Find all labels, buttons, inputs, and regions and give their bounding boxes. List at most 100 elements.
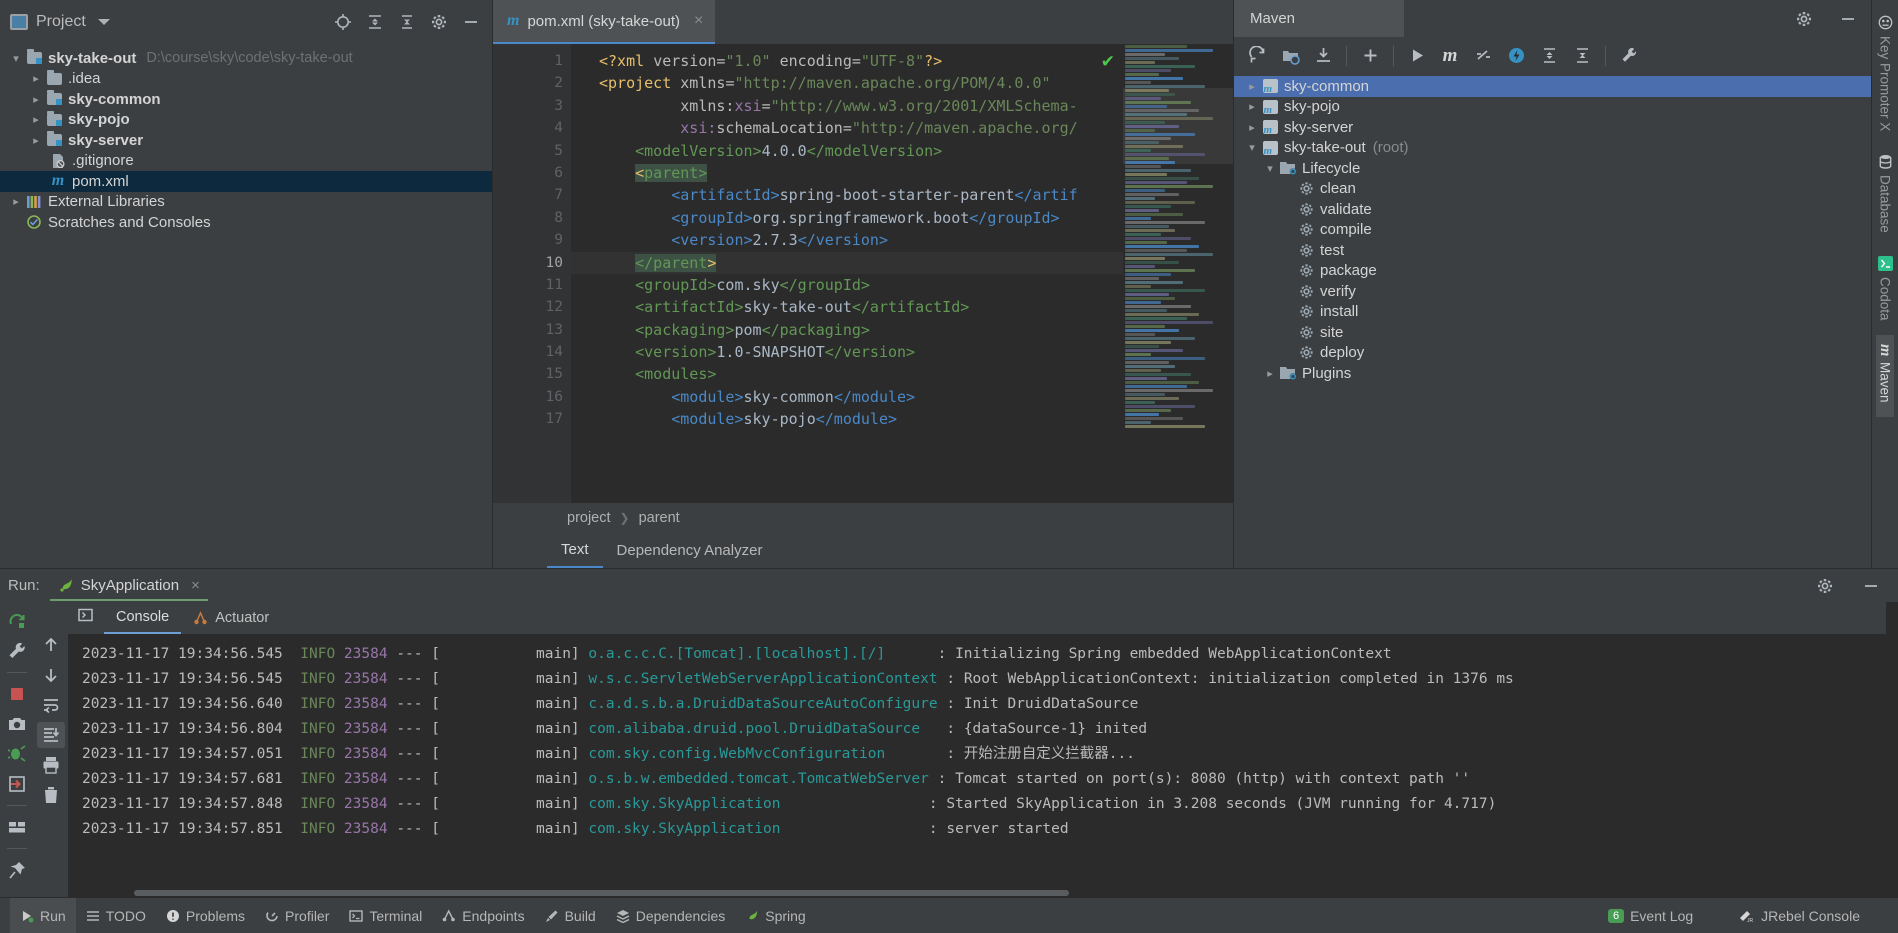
maven-item-sky-take-out[interactable]: ▾ sky-take-out (root) — [1234, 138, 1871, 159]
chevron-right-icon[interactable]: ▸ — [28, 113, 44, 126]
maven-item-sky-server[interactable]: ▸ sky-server — [1234, 117, 1871, 138]
scrollbar-thumb[interactable] — [134, 890, 1069, 896]
breadcrumb[interactable]: project ❯ parent — [493, 503, 1233, 532]
project-tree[interactable]: ▾ sky-take-out D:\course\sky\code\sky-ta… — [0, 44, 492, 568]
download-sources-icon[interactable] — [1308, 42, 1338, 70]
tree-item-sky-server[interactable]: ▸ sky-server — [0, 130, 492, 151]
chevron-down-icon[interactable] — [97, 19, 110, 25]
chevron-down-icon[interactable]: ▾ — [1244, 141, 1260, 154]
maven-item-plugins[interactable]: ▸ Plugins — [1234, 363, 1871, 384]
expand-console-icon[interactable] — [72, 602, 100, 628]
layout-icon[interactable] — [3, 814, 31, 840]
tree-item-sky-common[interactable]: ▸ sky-common — [0, 89, 492, 110]
tool-tab-maven[interactable]: m Maven — [1876, 334, 1894, 417]
maven-item-sky-common[interactable]: ▸ sky-common — [1234, 76, 1871, 97]
editor-gutter[interactable]: 1 2 3 4 5 6 7 8 9 10 11 12 13 14 15 16 1 — [493, 44, 571, 503]
console-output[interactable]: 2023-11-17 19:34:56.545 INFO 23584 --- [… — [68, 634, 1886, 888]
execute-icon[interactable] — [1501, 42, 1531, 70]
tree-item-sky-take-out[interactable]: ▾ sky-take-out D:\course\sky\code\sky-ta… — [0, 48, 492, 69]
gear-icon[interactable] — [1789, 4, 1819, 34]
print-icon[interactable] — [37, 752, 65, 778]
chevron-right-icon[interactable]: ▸ — [1262, 367, 1278, 380]
soft-wrap-icon[interactable] — [37, 692, 65, 718]
breadcrumb-item-project[interactable]: project — [567, 510, 611, 526]
rerun-icon[interactable] — [3, 608, 31, 634]
scroll-to-end-icon[interactable] — [37, 722, 65, 748]
status-item-build[interactable]: Build — [535, 898, 606, 933]
maven-goal-install[interactable]: install — [1234, 302, 1871, 323]
tree-item-gitignore[interactable]: .gitignore — [0, 151, 492, 172]
plus-icon[interactable] — [1355, 42, 1385, 70]
status-item-spring[interactable]: Spring — [735, 898, 815, 933]
minimize-icon[interactable] — [1833, 4, 1863, 34]
chevron-down-icon[interactable]: ▾ — [1262, 162, 1278, 175]
close-icon[interactable]: × — [191, 577, 200, 594]
status-item-todo[interactable]: TODO — [76, 898, 156, 933]
editor-tab-pom-xml[interactable]: m pom.xml (sky-take-out) × — [493, 0, 716, 44]
maven-goal-icon[interactable]: m — [1435, 42, 1465, 70]
status-item-endpoints[interactable]: Endpoints — [432, 898, 534, 933]
chevron-right-icon[interactable]: ▸ — [28, 134, 44, 147]
exit-icon[interactable] — [3, 771, 31, 797]
chevron-right-icon[interactable]: ▸ — [1244, 100, 1260, 113]
tab-console[interactable]: Console — [104, 602, 182, 634]
minimize-icon[interactable] — [456, 7, 486, 37]
run-config-tab[interactable]: SkyApplication × — [49, 571, 208, 601]
chevron-right-icon[interactable]: ▸ — [1244, 121, 1260, 134]
settings-icon[interactable] — [1810, 571, 1840, 601]
tree-item-pom-xml[interactable]: m pom.xml — [0, 171, 492, 192]
locate-icon[interactable] — [328, 7, 358, 37]
editor-body[interactable]: 1 2 3 4 5 6 7 8 9 10 11 12 13 14 15 16 1 — [493, 44, 1233, 503]
pin-icon[interactable] — [3, 857, 31, 883]
close-icon[interactable]: × — [694, 12, 703, 30]
maven-goal-deploy[interactable]: deploy — [1234, 343, 1871, 364]
debug-icon[interactable] — [3, 741, 31, 767]
tree-item-sky-pojo[interactable]: ▸ sky-pojo — [0, 110, 492, 131]
tool-tab-codota[interactable]: Codota — [1877, 247, 1893, 335]
console-pane[interactable]: Console Actuator 2023-11-17 19:34:56.545… — [68, 602, 1886, 897]
tab-dependency-analyzer[interactable]: Dependency Analyzer — [603, 532, 777, 568]
collapse-all-icon[interactable] — [392, 7, 422, 37]
chevron-right-icon[interactable]: ▸ — [28, 93, 44, 106]
console-horizontal-scrollbar[interactable] — [68, 888, 1886, 897]
maven-goal-compile[interactable]: compile — [1234, 220, 1871, 241]
maven-goal-site[interactable]: site — [1234, 322, 1871, 343]
breadcrumb-item-parent[interactable]: parent — [639, 510, 680, 526]
stop-icon[interactable] — [3, 681, 31, 707]
chevron-down-icon[interactable]: ▾ — [8, 52, 24, 65]
tree-item-scratches-and-consoles[interactable]: Scratches and Consoles — [0, 212, 492, 233]
status-item-jrebel-console[interactable]: JR JRebel Console — [1729, 908, 1870, 924]
maven-goal-validate[interactable]: validate — [1234, 199, 1871, 220]
expand-icon[interactable] — [1534, 42, 1564, 70]
trash-icon[interactable] — [37, 782, 65, 808]
maven-item-lifecycle[interactable]: ▾ Lifecycle — [1234, 158, 1871, 179]
tree-item-external-libraries[interactable]: ▸ External Libraries — [0, 192, 492, 213]
tab-text[interactable]: Text — [547, 532, 603, 568]
editor-minimap[interactable] — [1123, 44, 1233, 503]
reload-icon[interactable] — [1242, 42, 1272, 70]
status-item-dependencies[interactable]: Dependencies — [606, 898, 736, 933]
maven-goal-clean[interactable]: clean — [1234, 179, 1871, 200]
tool-tab-key-promoter-x[interactable]: Key Promoter X — [1878, 6, 1893, 145]
maven-goal-test[interactable]: test — [1234, 240, 1871, 261]
tab-actuator[interactable]: Actuator — [181, 602, 281, 634]
settings-wrench-icon[interactable] — [1614, 42, 1644, 70]
status-item-profiler[interactable]: Profiler — [255, 898, 339, 933]
inspection-ok-icon[interactable]: ✔ — [1101, 52, 1115, 72]
add-folder-icon[interactable] — [1275, 42, 1305, 70]
tree-item-idea[interactable]: ▸ .idea — [0, 69, 492, 90]
chevron-right-icon[interactable]: ▸ — [8, 195, 24, 208]
camera-icon[interactable] — [3, 711, 31, 737]
minimize-icon[interactable] — [1856, 571, 1886, 601]
down-icon[interactable] — [37, 662, 65, 688]
expand-all-icon[interactable] — [360, 7, 390, 37]
maven-item-sky-pojo[interactable]: ▸ sky-pojo — [1234, 97, 1871, 118]
status-item-run[interactable]: Run — [10, 898, 76, 933]
maven-goal-package[interactable]: package — [1234, 261, 1871, 282]
status-item-terminal[interactable]: Terminal — [339, 898, 432, 933]
tool-tab-database[interactable]: Database — [1878, 145, 1893, 247]
up-icon[interactable] — [37, 632, 65, 658]
settings-icon[interactable] — [424, 7, 454, 37]
collapse-icon[interactable] — [1567, 42, 1597, 70]
maven-tree[interactable]: ▸ sky-common ▸ sky-pojo ▸ sky-server ▾ — [1234, 74, 1871, 568]
